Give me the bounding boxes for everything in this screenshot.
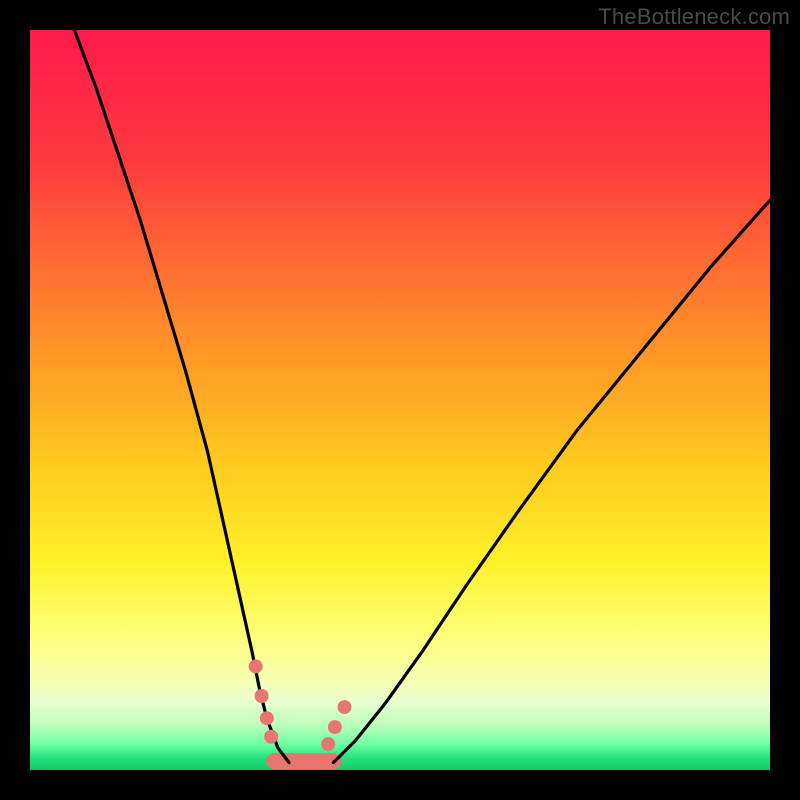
watermark-text: TheBottleneck.com bbox=[598, 4, 790, 30]
chart-svg bbox=[0, 0, 800, 800]
marker-dot-1 bbox=[255, 689, 269, 703]
marker-dot-6 bbox=[338, 700, 352, 714]
marker-dot-2 bbox=[260, 711, 274, 725]
marker-dot-0 bbox=[249, 659, 263, 673]
marker-dot-3 bbox=[264, 730, 278, 744]
frame-right bbox=[770, 0, 800, 800]
chart-stage: TheBottleneck.com bbox=[0, 0, 800, 800]
frame-left bbox=[0, 0, 30, 800]
frame-bottom bbox=[0, 770, 800, 800]
plot-background bbox=[30, 30, 770, 770]
marker-dot-5 bbox=[328, 720, 342, 734]
marker-dot-4 bbox=[321, 737, 335, 751]
